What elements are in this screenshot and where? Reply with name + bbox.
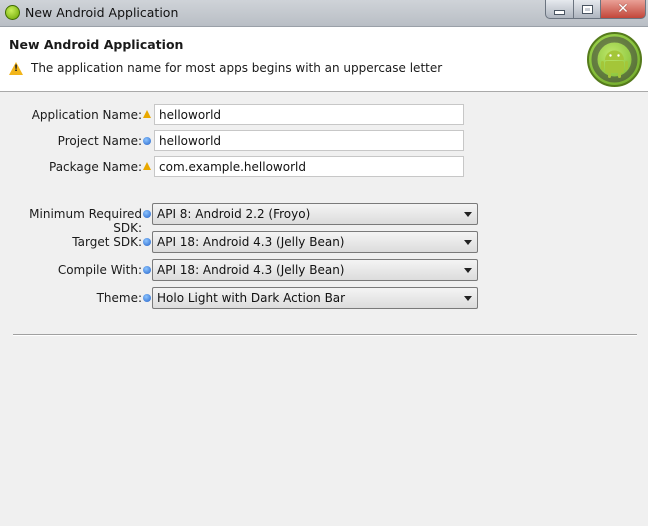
min-sdk-select[interactable]: API 8: Android 2.2 (Froyo) [152, 203, 478, 225]
min-sdk-label: Minimum Required SDK: [29, 207, 142, 235]
window-title-bar[interactable]: New Android Application ✕ [0, 0, 648, 27]
compile-with-label: Compile With: [57, 263, 142, 277]
target-sdk-label: Target SDK: [72, 235, 142, 249]
info-marker-icon [143, 210, 151, 218]
project-name-label: Project Name: [57, 134, 142, 148]
separator [13, 334, 637, 336]
minimize-button[interactable] [545, 0, 574, 19]
header-message-row: ! The application name for most apps beg… [9, 61, 442, 75]
target-sdk-select[interactable]: API 18: Android 4.3 (Jelly Bean) [152, 231, 478, 253]
info-marker-icon [143, 266, 151, 274]
target-sdk-value: API 18: Android 4.3 (Jelly Bean) [157, 235, 345, 249]
compile-with-value: API 18: Android 4.3 (Jelly Bean) [157, 263, 345, 277]
info-marker-icon [143, 238, 151, 246]
theme-select[interactable]: Holo Light with Dark Action Bar [152, 287, 478, 309]
warning-icon: ! [9, 61, 23, 75]
wizard-header: New Android Application ! The applicatio… [0, 27, 648, 92]
android-logo-icon [587, 32, 642, 87]
header-message: The application name for most apps begin… [31, 61, 443, 75]
maximize-icon [581, 4, 593, 14]
project-name-input[interactable] [154, 130, 464, 151]
window-title: New Android Application [25, 5, 179, 20]
chevron-down-icon [464, 240, 472, 245]
package-name-label: Package Name: [49, 160, 142, 174]
info-marker-icon [143, 294, 151, 302]
info-marker-icon [143, 137, 151, 145]
theme-value: Holo Light with Dark Action Bar [157, 291, 346, 305]
warning-marker-icon [143, 110, 151, 118]
maximize-button[interactable] [573, 0, 601, 19]
compile-with-select[interactable]: API 18: Android 4.3 (Jelly Bean) [152, 259, 478, 281]
chevron-down-icon [464, 296, 472, 301]
minimize-icon [554, 9, 565, 15]
close-button[interactable]: ✕ [600, 0, 646, 19]
page-title: New Android Application [9, 37, 184, 52]
application-name-input[interactable] [154, 104, 464, 125]
min-sdk-value: API 8: Android 2.2 (Froyo) [157, 207, 311, 221]
application-name-label: Application Name: [31, 108, 142, 122]
chevron-down-icon [464, 268, 472, 273]
close-icon: ✕ [617, 1, 629, 17]
package-name-input[interactable] [154, 156, 464, 177]
chevron-down-icon [464, 212, 472, 217]
theme-label: Theme: [96, 291, 142, 305]
warning-marker-icon [143, 162, 151, 170]
android-app-icon [5, 5, 20, 20]
